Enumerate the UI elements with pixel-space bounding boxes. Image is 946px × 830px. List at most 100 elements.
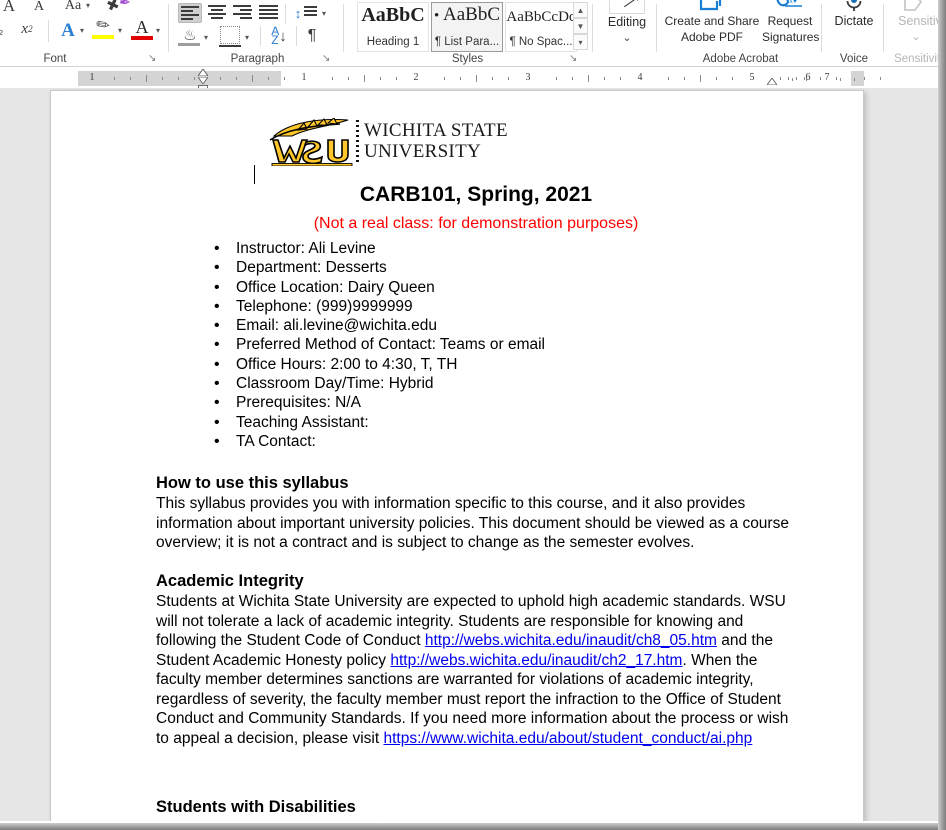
- grow-font-icon[interactable]: A: [0, 0, 20, 16]
- editing-icon[interactable]: ⟶: [609, 0, 645, 14]
- dictate-button-label[interactable]: Dictate: [823, 14, 885, 28]
- style-heading-1[interactable]: AaBbC Heading 1: [357, 2, 429, 52]
- ruler-number-3: 3: [525, 72, 531, 83]
- ruler-track[interactable]: 1 1 2 3 4 5 6: [78, 71, 881, 86]
- link-student-code-of-conduct[interactable]: http://webs.wichita.edu/inaudit/ch8_05.h…: [425, 632, 717, 649]
- create-and-share-adobe-pdf-line1[interactable]: Create and Share: [664, 14, 760, 28]
- logo-wordmark-line1: WICHITA STATE: [364, 120, 508, 141]
- hanging-indent-marker[interactable]: [198, 77, 208, 84]
- request-signatures-line2[interactable]: Signatures: [762, 30, 819, 44]
- align-right-button[interactable]: [233, 5, 253, 21]
- create-and-share-adobe-pdf-icon[interactable]: [697, 0, 725, 14]
- section-heading: Academic Integrity: [156, 572, 304, 590]
- editing-button-label[interactable]: Editing: [596, 15, 658, 29]
- ribbon-group-adobe-acrobat-label: Adobe Acrobat: [702, 53, 779, 65]
- align-center-button[interactable]: [207, 5, 227, 21]
- clear-formatting-eraser-icon[interactable]: ✒: [116, 0, 134, 12]
- list-item: Telephone: (999)9999999: [214, 297, 800, 317]
- paragraph-dialog-launcher[interactable]: ↘: [322, 53, 333, 64]
- style-list-paragraph[interactable]: • AaBbC ¶ List Para...: [431, 2, 503, 52]
- section-heading: Students with Disabilities: [156, 798, 356, 816]
- section-body: Students at Wichita State University are…: [156, 592, 796, 748]
- line-spacing-chevron-down-icon[interactable]: ▾: [322, 10, 326, 18]
- logo-wordmark-line2: UNIVERSITY: [364, 141, 481, 162]
- sensitivity-chevron-down-icon[interactable]: ⌄: [885, 30, 946, 43]
- create-and-share-adobe-pdf-line2[interactable]: Adobe PDF: [664, 30, 760, 44]
- shrink-font-icon[interactable]: A: [28, 0, 50, 18]
- ribbon-group-editing: ⟶ Editing ⌄: [596, 0, 658, 67]
- styles-dialog-launcher[interactable]: ↘: [569, 53, 580, 64]
- ruler-number-2: 2: [413, 72, 419, 83]
- dictate-microphone-icon[interactable]: [842, 0, 866, 14]
- word-application-window: A A Aa ▾ ✖ ✒ ₂ x2 A ▾ ✎ ▾ A ▾ Font ↘ ↕ ▾…: [0, 0, 946, 830]
- wsu-logo: WICHITA STATE UNIVERSITY: [268, 117, 588, 167]
- styles-scroll-up-button[interactable]: ▲: [573, 2, 588, 18]
- borders-icon[interactable]: [220, 26, 240, 44]
- list-item: Prerequisites: N/A: [214, 393, 800, 413]
- text-effects-chevron-down-icon[interactable]: ▾: [80, 27, 84, 35]
- ribbon-group-font: A A Aa ▾ ✖ ✒ ₂ x2 A ▾ ✎ ▾ A ▾ Font ↘: [0, 0, 170, 67]
- section-students-with-disabilities: Students with Disabilities: [156, 798, 796, 818]
- ruler-text-area: [281, 71, 851, 86]
- request-signatures-icon[interactable]: x: [772, 0, 804, 14]
- styles-more-button[interactable]: ▾: [573, 34, 588, 50]
- style-preview-list-paragraph: • AaBbC: [433, 4, 500, 25]
- font-color-icon[interactable]: A: [132, 17, 152, 37]
- ribbon-group-font-label: Font: [43, 53, 67, 65]
- ribbon-group-styles-label: Styles: [451, 53, 484, 65]
- change-case-chevron-down-icon[interactable]: ▾: [86, 2, 90, 10]
- course-info-list: Instructor: Ali Levine Department: Desse…: [200, 239, 800, 452]
- shading-chevron-down-icon[interactable]: ▾: [204, 34, 208, 42]
- section-heading: How to use this syllabus: [156, 474, 349, 492]
- highlight-chevron-down-icon[interactable]: ▾: [118, 27, 122, 35]
- style-name-no-spacing: ¶ No Spac...: [509, 36, 573, 48]
- request-signatures-line1[interactable]: Request: [762, 14, 818, 28]
- borders-bottom-indicator: [219, 45, 241, 47]
- text-insertion-caret: [254, 165, 255, 184]
- list-item: Teaching Assistant:: [214, 413, 800, 433]
- horizontal-ruler[interactable]: 1 1 2 3 4 5 6 7: [0, 67, 946, 93]
- svg-text:x: x: [789, 0, 793, 5]
- document-page-1[interactable]: WICHITA STATE UNIVERSITY CARB101, Spring…: [50, 90, 864, 828]
- align-left-button[interactable]: [178, 3, 202, 23]
- styles-scroll-down-button[interactable]: ▼: [573, 18, 588, 34]
- ruler-number-7: 7: [824, 72, 830, 83]
- style-no-spacing[interactable]: AaBbCcDc ¶ No Spac...: [505, 2, 577, 52]
- editing-chevron-down-icon[interactable]: ⌄: [596, 31, 658, 44]
- logo-divider: [356, 120, 359, 162]
- change-case-icon[interactable]: Aa: [60, 0, 86, 17]
- line-and-paragraph-spacing-button[interactable]: [304, 6, 318, 22]
- section-how-to-use-this-syllabus: How to use this syllabus This syllabus p…: [156, 474, 796, 553]
- shading-icon[interactable]: ♨: [179, 26, 201, 44]
- superscript-icon[interactable]: x2: [14, 18, 40, 40]
- justify-button[interactable]: [259, 5, 279, 21]
- sort-icon[interactable]: A Z ↓: [266, 25, 292, 47]
- window-right-edge: [938, 0, 946, 830]
- link-student-conduct-ai[interactable]: https://www.wichita.edu/about/student_co…: [383, 730, 752, 747]
- document-canvas[interactable]: WICHITA STATE UNIVERSITY CARB101, Spring…: [0, 88, 946, 830]
- first-line-indent-marker[interactable]: [198, 69, 208, 76]
- text-effects-icon[interactable]: A: [58, 19, 78, 41]
- ribbon-group-paragraph: ↕ ▾ ♨ ▾ ▾ A Z ↓ ¶ Paragraph ↘: [170, 0, 345, 67]
- borders-chevron-down-icon[interactable]: ▾: [245, 34, 249, 42]
- ribbon-group-adobe-acrobat: Create and Share Adobe PDF x Request Sig…: [658, 0, 823, 67]
- subscript-icon[interactable]: ₂: [0, 20, 8, 40]
- list-item: Preferred Method of Contact: Teams or em…: [214, 335, 800, 355]
- show-formatting-marks-icon[interactable]: ¶: [302, 25, 322, 47]
- line-spacing-arrow-icon[interactable]: ↕: [291, 3, 305, 23]
- right-indent-marker[interactable]: [767, 78, 777, 85]
- ruler-number-1: 1: [301, 72, 307, 83]
- style-preview-no-spacing: AaBbCcDc: [506, 9, 576, 25]
- list-item: Email: ali.levine@wichita.edu: [214, 316, 800, 336]
- font-dialog-launcher[interactable]: ↘: [148, 53, 159, 64]
- sensitivity-button-label[interactable]: Sensitiv: [885, 14, 946, 28]
- section-academic-integrity: Academic Integrity Students at Wichita S…: [156, 572, 796, 748]
- highlight-color-swatch: [92, 35, 114, 39]
- document-title: CARB101, Spring, 2021: [359, 183, 593, 206]
- font-color-chevron-down-icon[interactable]: ▾: [156, 27, 160, 35]
- link-student-academic-honesty-policy[interactable]: http://webs.wichita.edu/inaudit/ch2_17.h…: [390, 652, 682, 669]
- list-item: Office Hours: 2:00 to 4:30, T, TH: [214, 355, 800, 375]
- ribbon-group-voice: Dictate Voice: [823, 0, 885, 67]
- style-preview-heading-1: AaBbC: [361, 4, 425, 26]
- shading-color-swatch: [178, 43, 200, 46]
